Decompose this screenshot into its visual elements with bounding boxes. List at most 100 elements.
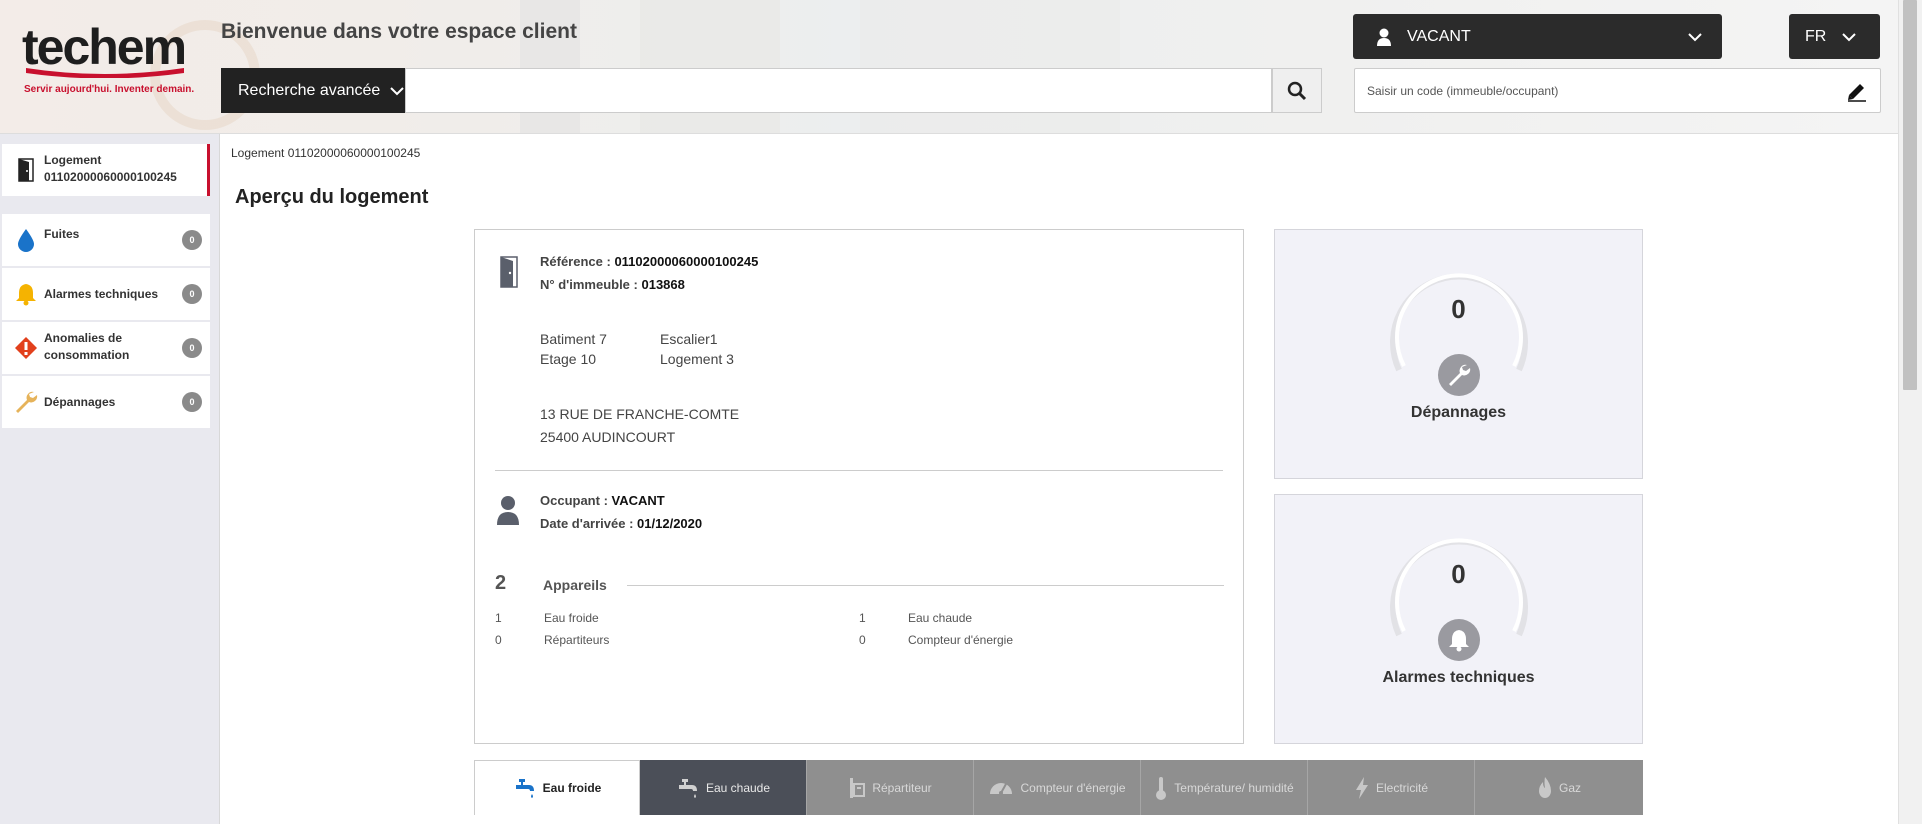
search-button[interactable] (1272, 68, 1322, 113)
batiment-text: Batiment 7 (540, 331, 607, 347)
tab-label: Electricité (1375, 780, 1428, 795)
reference-value: 01102000060000100245 (614, 254, 759, 269)
header-background-decor (640, 0, 780, 133)
tab-label: Eau froide (542, 781, 602, 795)
sidebar-item-depannages[interactable]: Dépannages 0 (2, 376, 210, 428)
arrival-value: 01/12/2020 (637, 516, 703, 531)
tab-label: Compteur d'énergie (1020, 780, 1126, 795)
search-input[interactable] (405, 68, 1272, 113)
device-name: Eau chaude (908, 611, 973, 625)
sidebar-item-label: Logement 01102000060000100245 (44, 153, 177, 184)
occupant-value: VACANT (611, 493, 665, 508)
device-name: Compteur d'énergie (908, 633, 1014, 647)
wrench-icon (1438, 354, 1480, 396)
logement-text: Logement 3 (660, 351, 734, 367)
flame-icon (1538, 776, 1551, 798)
count-badge: 0 (182, 230, 202, 250)
faucet-icon (678, 778, 697, 798)
reference-row: Référence : 01102000060000100245 (540, 254, 758, 269)
divider (627, 585, 1224, 586)
immeuble-row: N° d'immeuble : 013868 (540, 277, 685, 292)
sidebar-item-anomalies[interactable]: Anomalies de consommation 0 (2, 322, 210, 374)
logo-swoosh (26, 68, 184, 78)
stat-label: Dépannages (1410, 404, 1507, 421)
advanced-search-button[interactable]: Recherche avancée (221, 68, 405, 113)
pencil-icon[interactable] (1846, 80, 1868, 102)
devices-count: 2 (495, 572, 507, 594)
advanced-search-label: Recherche avancée (238, 81, 381, 99)
user-dropdown-label: VACANT (1407, 27, 1471, 45)
count-badge: 0 (182, 338, 202, 358)
arrival-row: Date d'arrivée : 01/12/2020 (540, 516, 702, 531)
arrival-label: Date d'arrivée : (540, 516, 634, 531)
device-name: Répartiteurs (544, 633, 610, 647)
door-icon (14, 157, 38, 183)
breadcrumb: Logement 01102000060000100245 (231, 146, 421, 160)
sidebar-item-label: Anomalies de consommation (44, 331, 130, 362)
wrench-icon (14, 389, 38, 415)
device-count: 0 (859, 633, 866, 647)
dwelling-info-card: Référence : 01102000060000100245 N° d'im… (474, 229, 1244, 744)
header: techem Servir aujourd'hui. Inventer dema… (0, 0, 1898, 134)
tab-temperature-humidite[interactable]: Température/ humidité (1141, 760, 1308, 815)
address-line2: 25400 AUDINCOURT (540, 429, 676, 445)
count-badge: 0 (182, 284, 202, 304)
tab-label: Répartiteur (872, 780, 932, 795)
stat-label: Alarmes techniques (1382, 669, 1535, 686)
chevron-down-icon (1688, 32, 1702, 41)
address-line1: 13 RUE DE FRANCHE-COMTE (540, 406, 740, 422)
reference-label: Référence : (540, 254, 611, 269)
search-icon (1287, 81, 1307, 100)
scrollbar[interactable] (1898, 0, 1922, 824)
divider (495, 470, 1223, 471)
chevron-down-icon (390, 86, 405, 95)
bell-icon (1438, 619, 1480, 661)
logo-wordmark: techem (22, 19, 187, 75)
water-drop-icon (14, 227, 38, 253)
immeuble-label: N° d'immeuble : (540, 277, 638, 292)
tab-repartiteur[interactable]: Répartiteur (807, 760, 974, 815)
code-input[interactable] (1354, 68, 1881, 113)
gauge-icon (990, 782, 1013, 795)
tab-label: Gaz (1558, 780, 1581, 795)
device-name: Eau froide (544, 611, 599, 625)
header-background-decor (860, 0, 1120, 133)
tab-compteur-energie[interactable]: Compteur d'énergie (974, 760, 1141, 815)
stat-value: 0 (1451, 294, 1466, 324)
occupant-row: Occupant : VACANT (540, 493, 665, 508)
meter-tabs: Eau froide Eau chaude Répartiteur Compte… (474, 760, 1643, 815)
occupant-label: Occupant : (540, 493, 608, 508)
sidebar-item-fuites[interactable]: Fuites 0 (2, 214, 210, 266)
user-icon (1377, 28, 1391, 46)
sidebar-item-label: Alarmes techniques (44, 287, 159, 301)
warning-icon (14, 335, 38, 361)
language-dropdown[interactable]: FR (1789, 14, 1880, 59)
tab-label: Eau chaude (705, 780, 771, 795)
chevron-down-icon (1842, 32, 1857, 41)
alarmes-stat-card[interactable]: 0 Alarmes techniques (1274, 494, 1643, 744)
depannages-stat-card[interactable]: 0 Dépannages (1274, 229, 1643, 479)
escalier-text: Escalier1 (660, 331, 718, 347)
scrollbar-thumb[interactable] (1903, 0, 1917, 390)
user-dropdown[interactable]: VACANT (1353, 14, 1722, 59)
user-icon (497, 496, 519, 525)
immeuble-value: 013868 (641, 277, 685, 292)
tab-electricite[interactable]: Electricité (1308, 760, 1475, 815)
etage-text: Etage 10 (540, 351, 597, 367)
tab-eau-chaude[interactable]: Eau chaude (640, 760, 807, 815)
sidebar-item-label: Fuites (44, 227, 80, 241)
bell-icon (14, 281, 38, 307)
tab-gaz[interactable]: Gaz (1475, 760, 1643, 815)
device-count: 1 (859, 611, 866, 625)
logo-tagline: Servir aujourd'hui. Inventer demain. (24, 84, 195, 95)
techem-logo[interactable]: techem Servir aujourd'hui. Inventer dema… (0, 0, 220, 133)
sidebar-item-logement[interactable]: Logement 01102000060000100245 (2, 144, 210, 196)
sidebar: Logement 01102000060000100245 Fuites 0 A… (0, 134, 220, 824)
tab-eau-froide[interactable]: Eau froide (474, 760, 640, 815)
sidebar-item-label: Dépannages (44, 395, 116, 409)
sidebar-item-alarmes[interactable]: Alarmes techniques 0 (2, 268, 210, 320)
lightning-icon (1355, 776, 1368, 799)
thermometer-icon (1156, 776, 1167, 800)
door-icon (500, 256, 518, 288)
language-label: FR (1805, 27, 1827, 45)
